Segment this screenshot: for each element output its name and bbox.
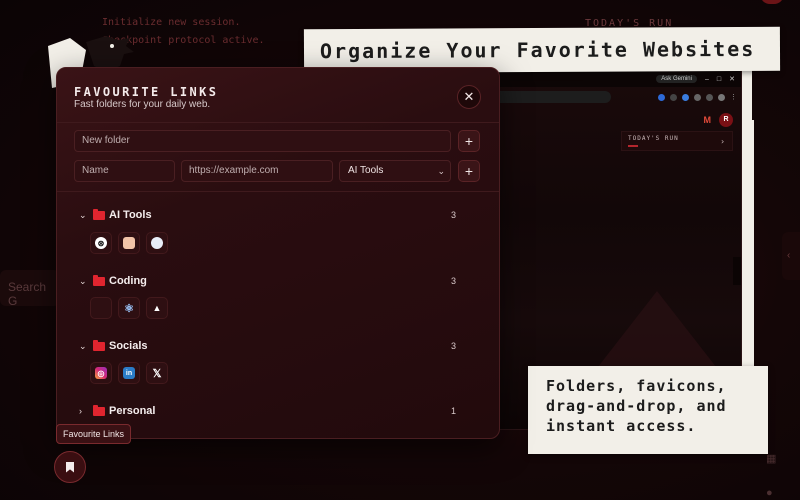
minimize-icon: – [704,75,709,83]
maximize-icon: □ [716,75,722,83]
extension-icon [706,93,713,101]
divider [57,122,499,123]
instagram-icon[interactable]: ◎ [90,362,112,384]
favourite-links-launcher-button[interactable] [54,451,86,483]
chevron-right-icon: › [720,137,726,146]
openai-icon[interactable]: ⊛ [90,232,112,254]
chevron-down-icon: ⌄ [79,275,87,286]
panel-title: FAVOURITE LINKS [74,85,219,99]
caption-bottom: Folders, favicons, drag-and-drop, and in… [528,366,768,454]
browser-titlebar: Ask Gemini – □ ✕ [487,71,741,87]
folder-select-value: AI Tools [348,165,384,176]
gemini-button: Ask Gemini [656,75,697,83]
folder-row-coding[interactable]: ⌄ Coding 3 [79,273,459,289]
address-bar [491,91,611,103]
close-button[interactable]: ✕ [457,85,481,109]
todays-run-card: TODAY'S RUN › [621,131,733,151]
x-icon[interactable]: 𝕏 [146,362,168,384]
extension-icon [694,93,701,101]
folder-icon [93,404,105,416]
torn-paper-edge [742,66,752,126]
folder-count: 3 [451,276,457,286]
folder-icon [93,274,105,286]
side-panel-handle [733,257,741,285]
favicon-list: ⊛ [90,232,168,254]
link-url-input[interactable]: https://example.com [181,160,333,182]
folder-icon [93,208,105,220]
folder-row-ai-tools[interactable]: ⌄ AI Tools 3 [79,207,459,223]
chevron-left-icon: ‹ [787,250,791,261]
react-icon[interactable]: ⚛ [118,297,140,319]
folder-icon [93,339,105,351]
favicon-list: ⚛ ▲ [90,297,168,319]
folder-name: AI Tools [109,209,152,221]
close-icon: ✕ [729,76,735,83]
panel-subtitle: Fast folders for your daily web. [74,99,211,110]
folder-select[interactable]: AI Tools ⌄ [339,160,451,182]
gmail-icon: M [703,115,712,125]
folder-count: 1 [451,406,457,416]
torn-paper-edge [740,120,754,370]
profile-icon [718,93,725,101]
chat-icon: ● [766,487,773,499]
new-folder-input[interactable]: New folder [74,130,451,152]
menu-icon: ⋮ [730,94,737,101]
todays-run-progress [628,145,638,147]
folder-name: Personal [109,405,156,417]
background-side-handle: ‹ [782,232,800,280]
chevron-down-icon: ⌄ [79,209,87,220]
extension-icon [670,93,677,101]
folder-name: Coding [109,275,147,287]
browser-toolbar: ⋮ [491,89,737,105]
folder-name: Socials [109,340,148,352]
divider [57,191,499,192]
folder-count: 3 [451,210,457,220]
background-session-line: Initialize new session. [102,17,241,28]
extension-icon [682,93,689,101]
chevron-down-icon: ⌄ [79,340,87,351]
linkedin-icon[interactable]: in [118,362,140,384]
blank-site-icon[interactable] [90,297,112,319]
folder-row-socials[interactable]: ⌄ Socials 3 [79,338,459,354]
folder-row-personal[interactable]: › Personal 1 [79,403,459,419]
background-search-input: Search G [0,270,60,308]
vercel-icon[interactable]: ▲ [146,297,168,319]
extension-icon [658,93,665,101]
bookmark-icon [66,461,74,473]
add-folder-button[interactable]: + [458,130,480,152]
claude-icon[interactable] [118,232,140,254]
browser-app-icons: M R [703,113,733,127]
background-top-indicator [760,0,784,4]
favicon-list: ◎ in 𝕏 [90,362,168,384]
add-link-button[interactable]: + [458,160,480,182]
favourite-links-tooltip: Favourite Links [56,424,132,444]
avatar: R [719,113,733,127]
favourite-links-panel: FAVOURITE LINKS Fast folders for your da… [56,67,500,439]
todays-run-title: TODAY'S RUN [628,135,679,142]
chevron-right-icon: › [79,406,82,416]
link-name-input[interactable]: Name [74,160,175,182]
folder-count: 3 [451,341,457,351]
gemini-icon[interactable] [146,232,168,254]
chevron-down-icon: ⌄ [437,166,445,176]
